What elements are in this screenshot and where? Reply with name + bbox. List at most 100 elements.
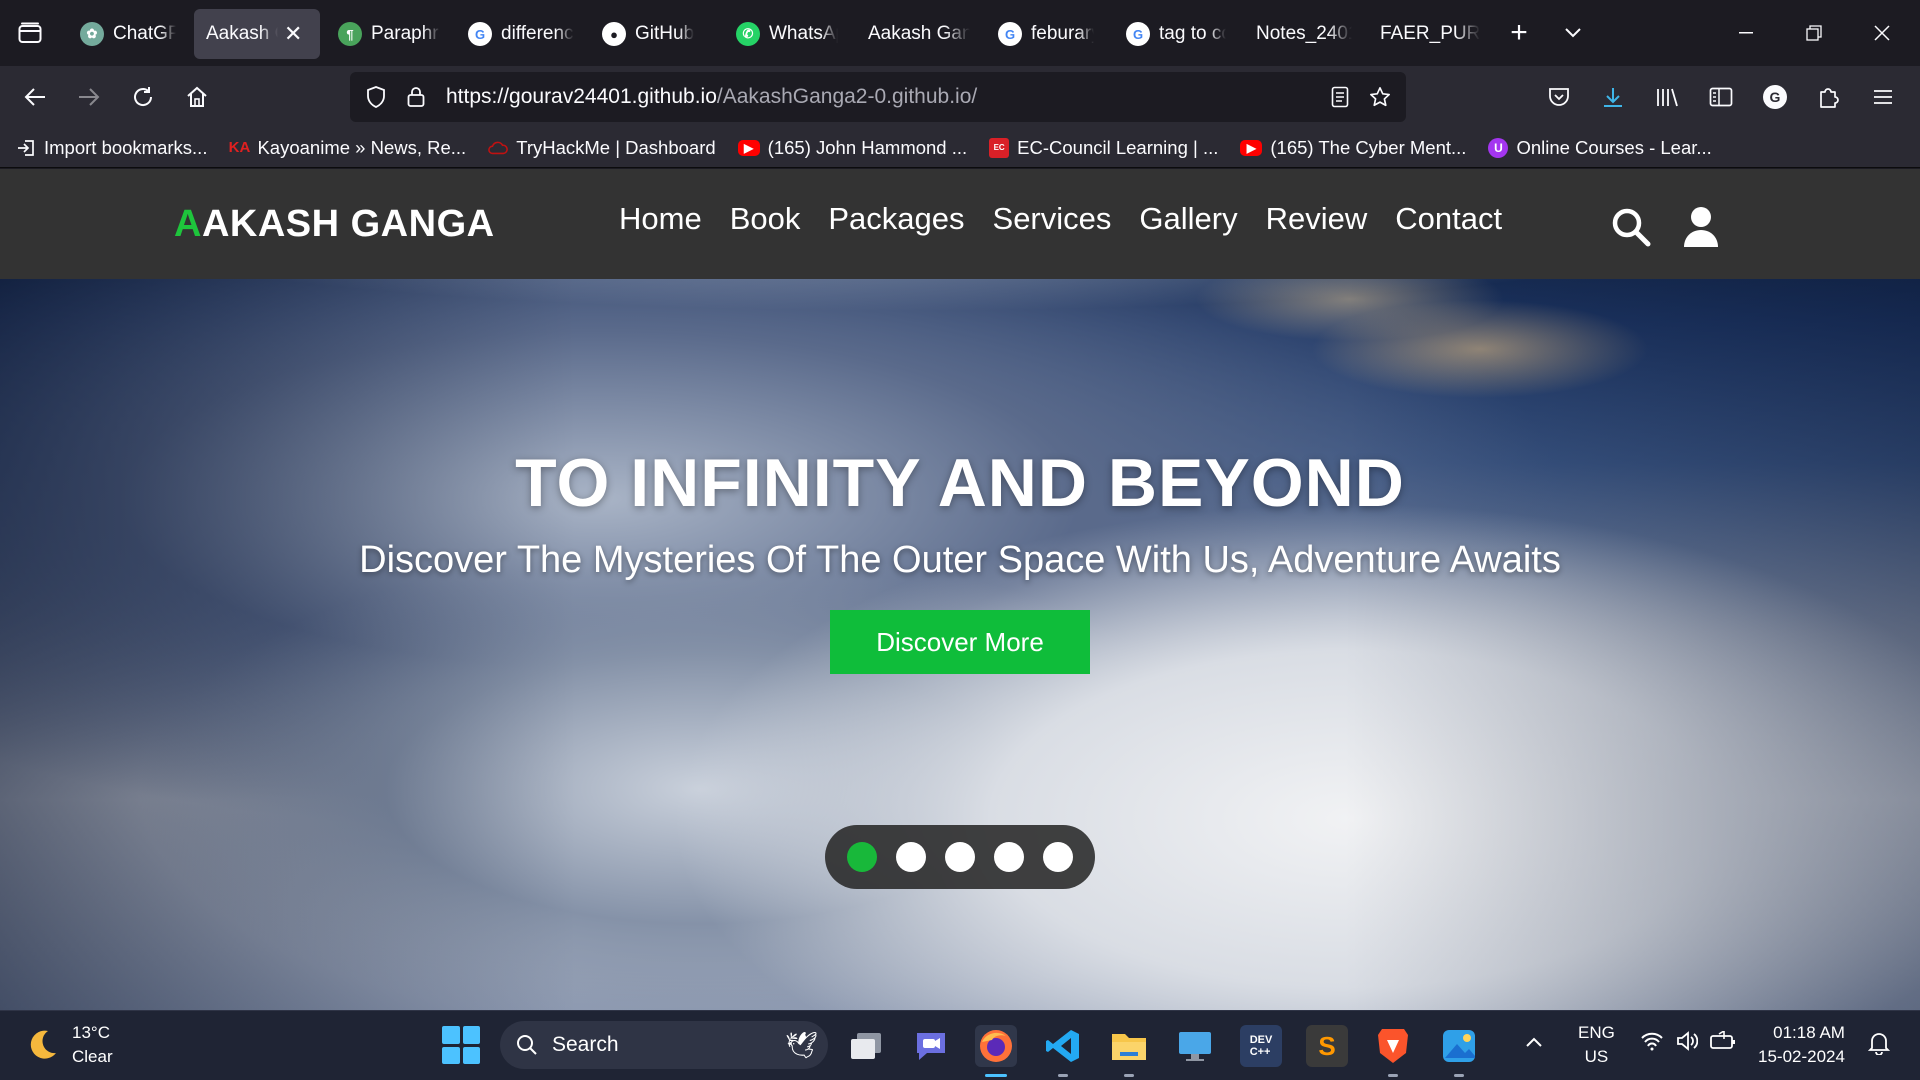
- close-window-button[interactable]: [1848, 0, 1916, 66]
- weather-widget[interactable]: 13°C Clear: [24, 1021, 113, 1069]
- show-hidden-icons-button[interactable]: [1525, 1031, 1543, 1055]
- search-icon: [517, 1035, 537, 1055]
- chatgpt-icon: ✿: [80, 22, 104, 46]
- downloads-button[interactable]: [1586, 72, 1640, 122]
- bookmark-cyber-mentor[interactable]: ▶ (165) The Cyber Ment...: [1240, 137, 1466, 159]
- running-indicator: [1124, 1074, 1134, 1077]
- nav-book[interactable]: Book: [730, 201, 801, 237]
- taskbar-vscode[interactable]: [1042, 1025, 1084, 1077]
- notification-center-button[interactable]: [1867, 1031, 1891, 1062]
- taskbar-brave[interactable]: [1372, 1025, 1414, 1077]
- slide-dot-4[interactable]: [994, 842, 1024, 872]
- bookmark-tryhackme[interactable]: TryHackMe | Dashboard: [488, 136, 716, 159]
- forward-button[interactable]: [62, 72, 116, 122]
- address-bar[interactable]: https://gourav24401.github.io/AakashGang…: [350, 72, 1406, 122]
- app-menu-button[interactable]: [1856, 72, 1910, 122]
- github-icon: ●: [602, 22, 626, 46]
- tab-chatgpt[interactable]: ✿ ChatGPT: [68, 9, 188, 59]
- restore-button[interactable]: [1780, 0, 1848, 66]
- reload-icon: [134, 87, 153, 106]
- tab-paraphrasing[interactable]: ¶ Paraphrasing: [326, 9, 452, 59]
- minimize-button[interactable]: [1712, 0, 1780, 66]
- home-button[interactable]: [170, 72, 224, 122]
- bookmark-kayoanime[interactable]: KA Kayoanime » News, Re...: [229, 136, 467, 159]
- tab-tag-to-copy[interactable]: G tag to copy: [1114, 9, 1238, 59]
- taskbar-teams-chat[interactable]: [910, 1025, 952, 1067]
- list-all-tabs-button[interactable]: [1546, 0, 1600, 66]
- reload-button[interactable]: [116, 72, 170, 122]
- nav-home[interactable]: Home: [619, 201, 702, 237]
- bookmark-label: (165) John Hammond ...: [767, 136, 968, 158]
- search-highlight-birds-icon: 🕊: [784, 1029, 818, 1060]
- restore-icon: [1806, 25, 1822, 41]
- close-tab-icon[interactable]: ✕: [284, 21, 302, 47]
- account-button[interactable]: G: [1748, 72, 1802, 122]
- tab-aakash-ganga[interactable]: Aakash Ganga: [856, 9, 982, 59]
- web-page: AAKASH GANGA Home Book Packages Services…: [0, 169, 1920, 1010]
- nav-gallery[interactable]: Gallery: [1139, 201, 1237, 237]
- site-logo[interactable]: AAKASH GANGA: [174, 203, 495, 246]
- tab-feburary[interactable]: G feburary: [986, 9, 1106, 59]
- puzzle-icon: [1820, 88, 1839, 108]
- tab-difference[interactable]: G difference: [456, 9, 586, 59]
- url-text[interactable]: https://gourav24401.github.io/AakashGang…: [446, 85, 1320, 109]
- download-icon: [1604, 88, 1622, 107]
- extensions-button[interactable]: [1802, 72, 1856, 122]
- bookmark-star-button[interactable]: [1360, 86, 1400, 108]
- site-info-button[interactable]: [396, 86, 436, 108]
- bookmark-label: TryHackMe | Dashboard: [516, 136, 716, 158]
- hamburger-menu-icon: [1874, 90, 1892, 104]
- nav-contact[interactable]: Contact: [1395, 201, 1502, 237]
- slide-dot-1[interactable]: [847, 842, 877, 872]
- pocket-button[interactable]: [1532, 72, 1586, 122]
- discover-more-button[interactable]: Discover More: [830, 610, 1090, 674]
- monitor-icon: [1179, 1032, 1211, 1061]
- taskbar-remote-desktop[interactable]: [1174, 1025, 1216, 1067]
- tab-aakash-ganga-active[interactable]: Aakash Ganga ✕: [194, 9, 320, 59]
- tab-list-button[interactable]: [0, 0, 60, 66]
- taskbar-file-explorer[interactable]: [1108, 1025, 1150, 1077]
- back-button[interactable]: [8, 72, 62, 122]
- site-search-button[interactable]: [1609, 205, 1653, 249]
- new-tab-button[interactable]: +: [1492, 0, 1546, 66]
- bookmark-label: Import bookmarks...: [44, 136, 208, 158]
- tracking-protection-button[interactable]: [356, 86, 396, 108]
- start-button[interactable]: [442, 1026, 480, 1064]
- taskbar-dev-cpp[interactable]: DEV C++: [1240, 1025, 1282, 1067]
- slide-dot-3[interactable]: [945, 842, 975, 872]
- close-icon: [1874, 25, 1890, 41]
- language-indicator[interactable]: ENG US: [1578, 1021, 1615, 1069]
- tab-github[interactable]: ● GitHub: [590, 9, 710, 59]
- slide-dot-2[interactable]: [896, 842, 926, 872]
- taskbar-firefox[interactable]: [975, 1025, 1017, 1077]
- bookmark-import[interactable]: Import bookmarks...: [16, 137, 207, 159]
- taskbar-photos[interactable]: [1438, 1025, 1480, 1077]
- reader-view-button[interactable]: [1320, 86, 1360, 108]
- bookmark-john-hammond[interactable]: ▶ (165) John Hammond ...: [737, 136, 968, 159]
- slide-dot-5[interactable]: [1043, 842, 1073, 872]
- nav-review[interactable]: Review: [1266, 201, 1368, 237]
- whatsapp-icon: ✆: [736, 22, 760, 46]
- sidebar-button[interactable]: [1694, 72, 1748, 122]
- nav-packages[interactable]: Packages: [828, 201, 964, 237]
- taskbar-sublime-text[interactable]: S: [1306, 1025, 1348, 1067]
- bookmark-ec-council[interactable]: EC EC-Council Learning | ...: [989, 137, 1218, 159]
- system-tray-icons[interactable]: [1640, 1031, 1736, 1051]
- tab-whatsapp[interactable]: ✆ WhatsApp: [724, 9, 850, 59]
- bookmark-udemy[interactable]: U Online Courses - Lear...: [1488, 137, 1712, 159]
- tab-notes[interactable]: Notes_240115: [1244, 9, 1364, 59]
- reader-view-icon: [1331, 86, 1349, 108]
- site-account-button[interactable]: [1679, 205, 1723, 249]
- tab-title: ChatGPT: [113, 23, 176, 44]
- tab-title: FAER_PURPOSE: [1380, 23, 1480, 44]
- tab-title: Aakash Ganga: [206, 23, 278, 44]
- library-button[interactable]: [1640, 72, 1694, 122]
- tab-faer-purpose[interactable]: FAER_PURPOSE: [1368, 9, 1492, 59]
- taskbar-search[interactable]: Search 🕊: [500, 1021, 828, 1069]
- bookmarks-toolbar: Import bookmarks... KA Kayoanime » News,…: [0, 128, 1920, 168]
- nav-services[interactable]: Services: [993, 201, 1112, 237]
- bookmark-label: Kayoanime » News, Re...: [257, 136, 467, 158]
- taskbar-task-view[interactable]: [845, 1025, 887, 1067]
- navigation-toolbar: https://gourav24401.github.io/AakashGang…: [0, 66, 1920, 128]
- clock[interactable]: 01:18 AM 15-02-2024: [1758, 1021, 1845, 1069]
